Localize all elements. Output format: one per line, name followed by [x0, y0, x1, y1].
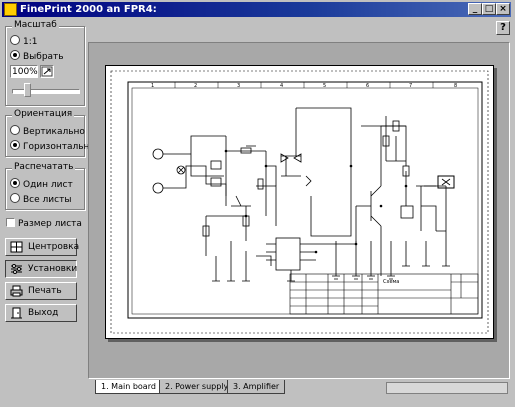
radio-icon: [10, 35, 20, 45]
orientation-portrait[interactable]: Вертикально: [10, 125, 85, 137]
tab-main-board[interactable]: 1. Main board: [95, 380, 162, 394]
schematic-drawing: 1 2 3 4 5 6 7 8 Схема: [110, 70, 489, 334]
zoom-input[interactable]: 100%: [10, 65, 38, 78]
zoom-picker-button[interactable]: [40, 65, 54, 78]
checkbox-icon: [6, 218, 15, 227]
orientation-group: Ориентация Вертикально Горизонтально: [5, 109, 95, 157]
radio-selected-icon: [10, 140, 20, 150]
center-icon: [10, 241, 23, 253]
scale-option-1to1-label: 1:1: [23, 37, 38, 47]
scale-group: Масштаб 1:1 Выбрать 100%: [5, 20, 85, 106]
print-preview-area[interactable]: 1 2 3 4 5 6 7 8 Схема: [88, 42, 510, 379]
col-label: 2: [194, 83, 197, 89]
radio-icon: [10, 125, 20, 135]
zoom-picker-icon: [41, 66, 53, 77]
maximize-button[interactable]: □: [482, 3, 496, 15]
col-label: 8: [454, 83, 457, 89]
tab-amplifier[interactable]: 3. Amplifier: [227, 380, 286, 394]
print-range-group: Распечатать Один лист Все листы: [5, 162, 85, 210]
minimize-button[interactable]: _: [468, 3, 482, 15]
col-label: 7: [409, 83, 412, 89]
print-all-sheets-label: Все листы: [23, 195, 72, 205]
horizontal-scrollbar[interactable]: [386, 382, 508, 394]
settings-button-label: Установки: [28, 264, 78, 274]
print-all-sheets[interactable]: Все листы: [10, 193, 72, 205]
radio-icon: [10, 193, 20, 203]
print-button[interactable]: Печать: [5, 282, 77, 300]
help-button[interactable]: ?: [496, 21, 510, 35]
center-button-label: Центровка: [28, 242, 80, 252]
col-label: 3: [237, 83, 240, 89]
col-label: 6: [366, 83, 369, 89]
scale-option-1to1[interactable]: 1:1: [10, 35, 38, 47]
application-window: FinePrint 2000 an FPR4: _ □ × ? Масштаб …: [0, 0, 515, 407]
exit-button[interactable]: Выход: [5, 304, 77, 322]
orientation-landscape-label: Горизонтально: [23, 142, 95, 152]
print-one-sheet[interactable]: Один лист: [10, 178, 73, 190]
tab-power-supply[interactable]: 2. Power supply: [159, 380, 235, 394]
app-icon: [4, 3, 17, 16]
print-range-group-title: Распечатать: [12, 162, 76, 172]
zoom-slider-track[interactable]: [12, 89, 80, 94]
orientation-group-title: Ориентация: [12, 109, 75, 119]
title-bar[interactable]: FinePrint 2000 an FPR4: _ □ ×: [2, 2, 511, 17]
exit-button-label: Выход: [28, 308, 59, 318]
orientation-landscape[interactable]: Горизонтально: [10, 140, 95, 152]
close-button[interactable]: ×: [496, 3, 510, 15]
radio-selected-icon: [10, 50, 20, 60]
zoom-slider-thumb[interactable]: [24, 83, 31, 97]
sheet-size-checkbox[interactable]: Размер листа: [6, 218, 82, 229]
title-block-name: Схема: [383, 279, 399, 285]
settings-icon: [10, 263, 23, 275]
scale-group-title: Масштаб: [12, 20, 59, 30]
window-title: FinePrint 2000 an FPR4:: [20, 4, 157, 15]
radio-selected-icon: [10, 178, 20, 188]
print-one-sheet-label: Один лист: [23, 180, 73, 190]
print-button-label: Печать: [28, 286, 62, 296]
orientation-portrait-label: Вертикально: [23, 127, 85, 137]
exit-door-icon: [10, 307, 23, 319]
col-label: 5: [323, 83, 326, 89]
preview-sheet: 1 2 3 4 5 6 7 8 Схема: [105, 65, 494, 339]
printer-icon: [10, 285, 23, 297]
settings-button[interactable]: Установки: [5, 260, 77, 278]
sheet-size-label: Размер листа: [18, 219, 82, 229]
scale-option-custom-label: Выбрать: [23, 52, 64, 62]
center-button[interactable]: Центровка: [5, 238, 80, 256]
col-label: 1: [151, 83, 154, 89]
col-label: 4: [280, 83, 283, 89]
scale-option-custom[interactable]: Выбрать: [10, 50, 64, 62]
